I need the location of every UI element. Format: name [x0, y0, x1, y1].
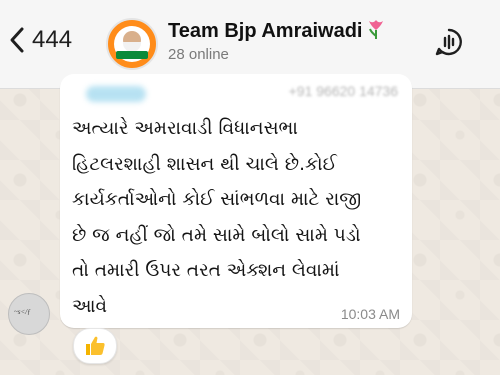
message-time: 10:03 AM	[340, 306, 400, 322]
reaction-badge[interactable]	[73, 328, 117, 364]
sender-phone: +91 96620 14736	[288, 83, 398, 99]
message-text: અત્યારે અમરાવાડી વિધાનસભા હિટલરશાહી શાસન…	[72, 111, 402, 324]
thumbs-up-icon	[86, 336, 105, 355]
chevron-left-icon	[10, 27, 24, 53]
voice-chat-icon	[435, 28, 462, 56]
avatar-banner	[116, 51, 148, 59]
message-line: કાર્યકર્તાઓનો કોઈ સાંભળવા માટે રાજી	[72, 189, 362, 210]
sender-name-redacted	[86, 86, 146, 102]
sender-avatar[interactable]: ~s</ƒ	[8, 293, 50, 335]
avatar-signature: ~s</ƒ	[14, 308, 31, 316]
message-bubble[interactable]: +91 96620 14736 અત્યારે અમરાવાડી વિધાનસભ…	[60, 74, 412, 328]
back-button[interactable]: 444	[8, 26, 72, 54]
group-name: Team Bjp Amraiwadi	[168, 20, 363, 42]
unread-count: 444	[32, 26, 73, 53]
group-avatar[interactable]	[106, 18, 158, 70]
voice-chat-button[interactable]	[434, 27, 464, 61]
online-status: 28 online	[168, 46, 229, 63]
message-line: છે જ નહીં જો તમે સામે બોલો સામે પડો	[72, 224, 361, 246]
message-line: અત્યારે અમરાવાડી વિધાનસભા	[72, 118, 298, 139]
message-line: હિટલરશાહી શાસન થી ચાલે છે.કોઈ	[72, 153, 337, 175]
message-line: તો તમારી ઉપર તરત એક્શન લેવામાં	[72, 260, 340, 281]
group-title[interactable]: Team Bjp Amraiwadi	[168, 18, 386, 43]
tulip-icon	[368, 20, 383, 39]
